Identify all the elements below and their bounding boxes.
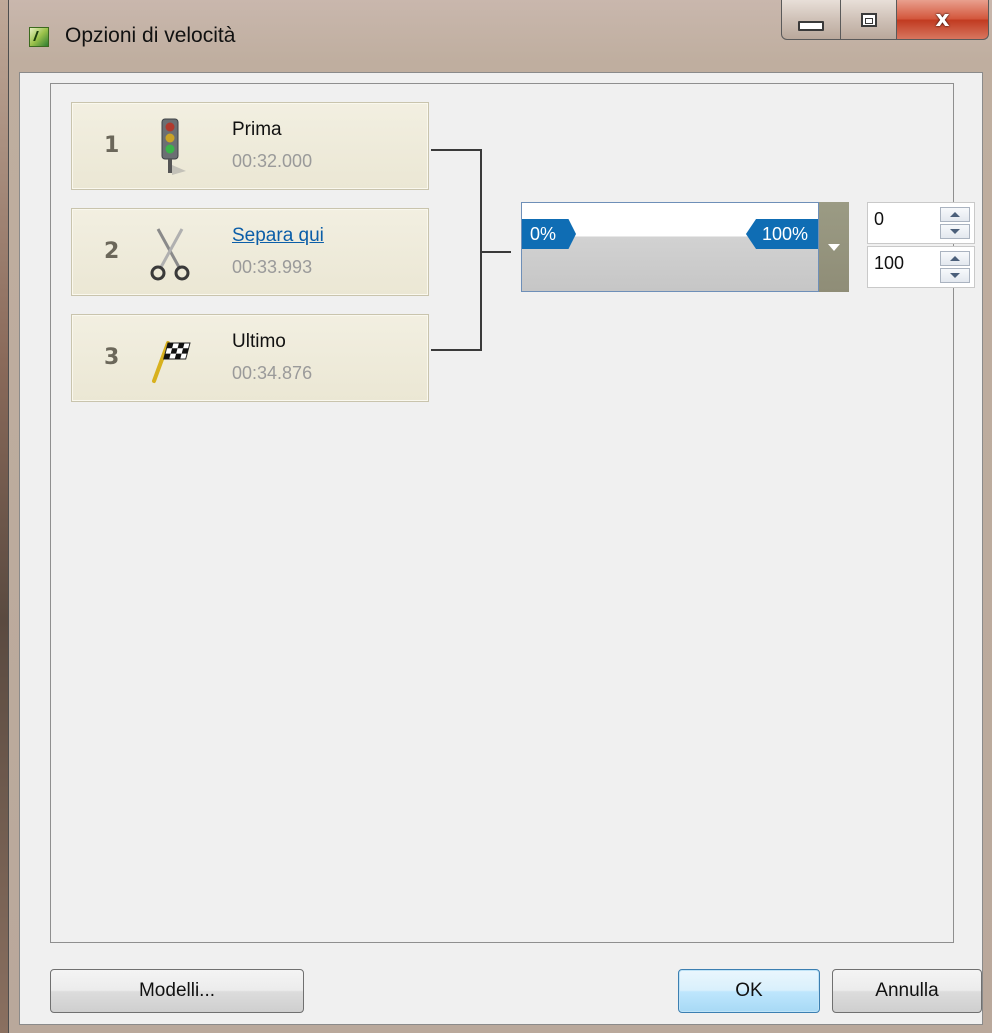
segment-item-2[interactable]: 2 Separa qui 00:33.993 — [71, 208, 429, 296]
start-speed-stepper[interactable]: 0 — [867, 202, 975, 244]
decrement-button[interactable] — [940, 224, 970, 239]
segments-panel: 1 Prima 00:32.000 2 Separa qui 00:33.993… — [50, 83, 975, 943]
split-here-link[interactable]: Separa qui — [232, 225, 324, 247]
segment-name: Ultimo — [232, 331, 286, 352]
segment-name: Prima — [232, 119, 282, 140]
traffic-light-icon — [146, 117, 194, 177]
segment-number: 3 — [104, 345, 120, 370]
increment-button[interactable] — [940, 207, 970, 222]
close-button[interactable]: x — [897, 0, 989, 40]
scissors-icon — [146, 223, 194, 283]
segment-item-1[interactable]: 1 Prima 00:32.000 — [71, 102, 429, 190]
arrow-up-icon — [950, 212, 960, 217]
templates-button[interactable]: Modelli... — [50, 969, 304, 1013]
window-title: Opzioni di velocità — [65, 24, 236, 47]
ok-button[interactable]: OK — [678, 969, 820, 1013]
speed-end-handle[interactable]: 100% — [745, 219, 818, 249]
minimize-button[interactable] — [781, 0, 841, 40]
maximize-button[interactable] — [841, 0, 897, 40]
segment-item-3[interactable]: 3 Ultimo 00:34.876 — [71, 314, 429, 402]
arrow-down-icon — [950, 229, 960, 234]
segment-time: 00:32.000 — [232, 151, 313, 171]
end-speed-value[interactable]: 100 — [874, 253, 904, 274]
maximize-icon — [860, 12, 877, 27]
title-bar[interactable]: Opzioni di velocità x — [9, 0, 992, 72]
dialog-window: Opzioni di velocità x 1 Prima 00:32.000 … — [8, 0, 992, 1033]
start-speed-value[interactable]: 0 — [874, 209, 884, 230]
segment-number: 1 — [104, 133, 120, 158]
cancel-button[interactable]: Annulla — [832, 969, 982, 1013]
arrow-down-icon — [950, 273, 960, 278]
speed-start-handle[interactable]: 0% — [522, 219, 577, 249]
increment-button[interactable] — [940, 251, 970, 266]
arrow-up-icon — [950, 256, 960, 261]
app-icon — [29, 27, 49, 47]
minimize-icon — [798, 20, 824, 31]
speed-dropdown-button[interactable] — [819, 202, 849, 292]
checkered-flag-icon — [146, 329, 194, 389]
segment-number: 2 — [104, 239, 120, 264]
close-icon: x — [935, 7, 950, 32]
speed-range-bar[interactable]: 0% 100% — [521, 202, 819, 292]
chevron-down-icon — [828, 243, 840, 251]
end-speed-stepper[interactable]: 100 — [867, 246, 975, 288]
segment-time: 00:33.993 — [232, 257, 313, 277]
segment-connector — [431, 149, 511, 351]
dialog-client-area: 1 Prima 00:32.000 2 Separa qui 00:33.993… — [19, 72, 983, 1025]
segment-time: 00:34.876 — [232, 363, 313, 383]
decrement-button[interactable] — [940, 268, 970, 283]
